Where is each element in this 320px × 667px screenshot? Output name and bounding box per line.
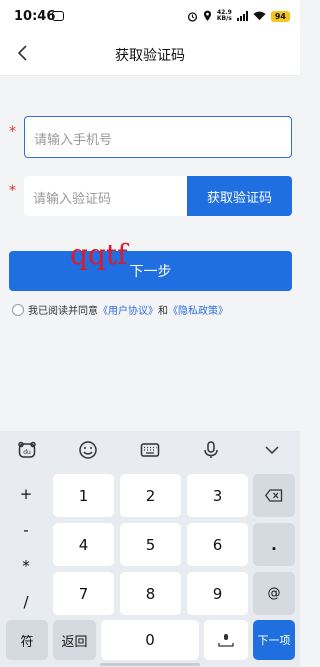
digit-key-2[interactable]: 2 [120,474,181,517]
keyboard-toolbar: du [0,431,300,469]
digit-key-6[interactable]: 6 [187,523,248,566]
required-mark-phone: * [9,124,16,140]
get-code-button[interactable]: 获取验证码 [187,176,292,216]
status-icons: 42.9 KB/s 94 [187,9,290,23]
next-step-button[interactable]: 下一步 [9,251,292,291]
digit-key-9[interactable]: 9 [187,572,248,615]
digit-key-8[interactable]: 8 [120,572,181,615]
back-key[interactable]: 返回 [53,620,96,660]
next-field-key[interactable]: 下一项 [253,620,295,660]
digit-key-5[interactable]: 5 [120,523,181,566]
digit-key-1[interactable]: 1 [53,474,114,517]
notification-icon [52,11,64,21]
agreement-prefix: 我已阅读并同意 [28,306,98,317]
page-title: 获取验证码 [115,48,185,64]
wifi-icon [253,11,266,21]
status-bar: 10:46 42.9 KB/s 94 [0,0,300,30]
signal-icon [236,11,248,21]
space-key[interactable] [204,620,248,660]
network-speed: 42.9 KB/s [217,10,232,22]
svg-text:du: du [23,449,31,456]
location-icon [203,10,211,21]
privacy-policy-link[interactable]: 《隐私政策》 [168,302,228,317]
code-input[interactable]: 请输入验证码 [24,176,188,216]
space-icon [218,634,234,647]
agreement-row: 我已阅读并同意 《用户协议》 和 《隐私政策》 [12,302,228,317]
required-mark-code: * [9,183,16,199]
phone-input[interactable]: 请输入手机号 [24,116,292,158]
speed-unit: KB/s [216,15,232,22]
symbol-key[interactable]: 符 [6,620,48,660]
backspace-key[interactable] [253,474,295,517]
at-key[interactable]: @ [253,572,295,615]
dot-key[interactable]: . [253,523,295,566]
emoticon-bear-icon[interactable]: du [17,440,37,460]
nav-header: 获取验证码 [0,30,300,76]
alarm-icon [187,11,197,22]
microphone-icon[interactable] [201,440,221,460]
home-indicator[interactable] [100,663,200,666]
numeric-keyboard: du + - * / 1 2 3 4 5 6 7 8 9 . @ 符 返回 0 … [0,431,300,667]
user-agreement-link[interactable]: 《用户协议》 [98,302,158,317]
minus-key[interactable]: - [6,510,46,550]
digit-key-7[interactable]: 7 [53,572,114,615]
battery-icon: 94 [270,10,290,22]
digit-key-3[interactable]: 3 [187,474,248,517]
multiply-key[interactable]: * [6,546,46,586]
keyboard-icon[interactable] [140,440,160,460]
smiley-icon[interactable] [78,440,98,460]
digit-key-0[interactable]: 0 [101,620,199,660]
divide-key[interactable]: / [6,582,46,622]
agreement-conjunction: 和 [158,306,168,317]
watermark-text: qqtf [70,238,128,271]
backspace-icon [265,489,283,502]
agree-checkbox[interactable] [12,303,24,316]
chevron-down-icon[interactable] [262,440,282,460]
digit-key-4[interactable]: 4 [53,523,114,566]
status-time: 10:46 [14,9,56,24]
plus-key[interactable]: + [6,474,46,514]
